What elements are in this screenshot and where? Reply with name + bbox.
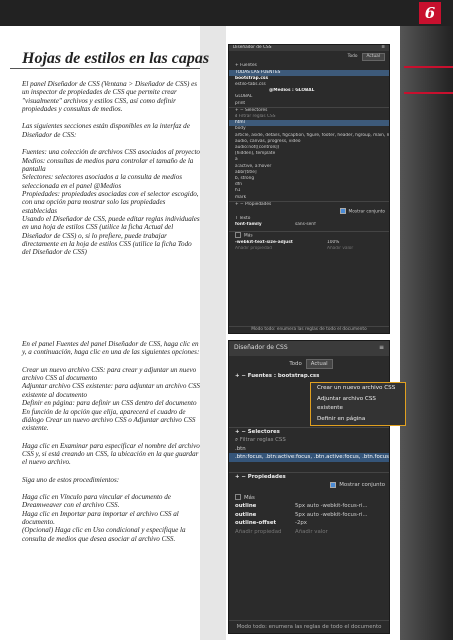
property-row[interactable]: outline 5px auto -webkit-focus-ri...	[229, 502, 389, 511]
paragraph: Las siguientes secciones están disponibl…	[22, 122, 190, 139]
tab-bar: Todo Actual	[229, 356, 389, 373]
more-section: Más	[229, 494, 389, 503]
properties-label: Propiedades	[244, 201, 272, 207]
show-set-label: Mostrar conjunto	[339, 482, 385, 488]
top-bar: 6	[0, 0, 453, 26]
more-label: Más	[244, 494, 255, 501]
add-value-input[interactable]: Añadir valor	[295, 528, 328, 537]
tab-all[interactable]: Todo	[344, 54, 362, 60]
paragraph: En función de la opción que elija, apare…	[22, 407, 196, 433]
show-set-toggle[interactable]: Mostrar conjunto	[229, 208, 389, 216]
paragraph: Medios: consultas de medios para control…	[22, 156, 194, 173]
text-column-bottom: En el panel Fuentes del panel Diseñador …	[22, 340, 200, 543]
paragraph: Usando el Diseñador de CSS, puede editar…	[22, 215, 200, 257]
paragraph: Selectores: selectores asociados a la co…	[22, 173, 183, 190]
page-number: 6	[419, 2, 441, 24]
menu-item-attach-css[interactable]: Adjuntar archivo CSS existente	[311, 394, 405, 414]
paragraph: Propiedades: propiedades asociadas con e…	[22, 189, 199, 215]
red-accent	[404, 66, 453, 68]
paragraph: En el panel Fuentes del panel Diseñador …	[22, 340, 200, 357]
css-designer-panel-all: Diseñador de CSS ≡ Todo Actual + Fuentes …	[228, 44, 390, 334]
tab-current[interactable]: Actual	[305, 358, 333, 369]
add-icon[interactable]: + −	[235, 474, 248, 480]
add-property-input[interactable]: Añadir propiedad	[235, 246, 327, 252]
show-set-toggle[interactable]: Mostrar conjunto	[229, 481, 389, 490]
add-icon[interactable]: + −	[235, 108, 245, 113]
property-name: font-family	[235, 221, 262, 227]
red-accent	[404, 92, 453, 94]
panel-footer: Modo todo: enumera las reglas de todo el…	[229, 619, 389, 634]
property-value[interactable]: 5px auto -webkit-focus-ri...	[295, 511, 368, 520]
add-icon[interactable]: + −	[235, 202, 245, 207]
add-property-row[interactable]: Añadir propiedad Añadir valor	[229, 246, 389, 252]
panel-title: Diseñador de CSS	[234, 344, 288, 351]
paragraph: El panel Diseñador de CSS (Ventana > Dis…	[22, 80, 198, 114]
property-value[interactable]: sans-serif	[295, 222, 316, 228]
sources-header[interactable]: + − Fuentes : bootstrap.css	[229, 372, 389, 381]
properties-header[interactable]: + − Propiedades	[229, 473, 389, 482]
paragraph: Siga uno de estos procedimientos:	[22, 475, 120, 484]
sources-label: Fuentes	[239, 63, 257, 69]
paragraph: Crear un nuevo archivo CSS: para crear y…	[22, 365, 197, 383]
tab-current[interactable]: Actual	[361, 53, 385, 62]
show-set-label: Mostrar conjunto	[348, 209, 385, 215]
menu-icon[interactable]: ≡	[379, 344, 384, 353]
panel-title: Diseñador de CSS	[233, 45, 272, 50]
property-row[interactable]: outline-offset -2px	[229, 519, 389, 528]
paragraph: Haga clic en Examinar para especificar e…	[22, 441, 200, 467]
paragraph: Adjuntar archivo CSS existente: para adj…	[22, 382, 200, 399]
menu-icon[interactable]: ≡	[381, 45, 385, 51]
property-value[interactable]: -2px	[295, 519, 307, 528]
tab-all[interactable]: Todo	[285, 360, 305, 369]
property-name: outline	[235, 511, 257, 518]
paragraph: Fuentes: una colección de archivos CSS a…	[22, 148, 200, 157]
checkbox-icon[interactable]	[339, 208, 346, 215]
menu-item-create-css[interactable]: Crear un nuevo archivo CSS	[311, 383, 405, 394]
add-icon[interactable]: + −	[235, 373, 248, 379]
list-item[interactable]: .btn:focus, .btn:active:focus, .btn.acti…	[229, 453, 389, 462]
property-name: outline-offset	[235, 520, 277, 526]
add-icon[interactable]: + −	[235, 429, 248, 435]
more-icon	[235, 232, 241, 239]
text-column-top: El panel Diseñador de CSS (Ventana > Dis…	[22, 80, 200, 257]
add-property-row[interactable]: Añadir propiedad Añadir valor	[229, 528, 389, 537]
panel-footer: Modo todo: enumera las reglas de todo el…	[229, 325, 389, 333]
paragraph: (Opcional) Haga clic en Uso condicional …	[22, 526, 186, 543]
property-name: outline	[235, 503, 257, 509]
panel-header: Diseñador de CSS ≡	[229, 341, 389, 356]
side-dark-panel	[400, 26, 453, 640]
selectors-header[interactable]: + − Selectores	[229, 428, 389, 437]
paragraph: Haga clic en Importar para importar el a…	[22, 509, 179, 527]
property-row[interactable]: font-family sans-serif	[229, 222, 389, 228]
property-row[interactable]: outline 5px auto -webkit-focus-ri...	[229, 511, 389, 520]
list-item[interactable]: article, aside, details, figcaption, fig…	[229, 133, 389, 139]
title-underline	[10, 68, 200, 69]
property-value[interactable]: 5px auto -webkit-focus-ri...	[295, 502, 368, 511]
selectors-label: Selectores	[247, 428, 280, 435]
paragraph: Haga clic en Vínculo para vincular el do…	[22, 493, 171, 510]
tab-bar: Todo Actual	[229, 51, 389, 63]
gutter	[200, 26, 226, 640]
filter-placeholder: Filtrar reglas CSS	[239, 437, 286, 443]
more-label: Más	[244, 233, 253, 239]
add-value-input[interactable]: Añadir valor	[327, 246, 353, 252]
properties-label: Propiedades	[247, 473, 286, 480]
page-title: Hojas de estilos en las capas	[22, 50, 210, 67]
list-item[interactable]: .btn	[229, 445, 389, 454]
filter-placeholder: Filtrar reglas CSS	[238, 114, 276, 120]
paragraph: Definir en página: para definir un CSS d…	[22, 399, 197, 408]
more-icon	[235, 494, 241, 500]
selectors-label: Selectores	[244, 107, 268, 113]
sources-label: Fuentes : bootstrap.css	[247, 373, 320, 379]
text-section-label: Texto	[239, 215, 251, 221]
menu-item-define-in-page[interactable]: Definir en página	[311, 414, 405, 425]
add-property-input[interactable]: Añadir propiedad	[235, 528, 295, 537]
add-source-menu: Crear un nuevo archivo CSS Adjuntar arch…	[310, 382, 406, 426]
checkbox-icon[interactable]	[330, 481, 337, 488]
more-section: Más	[229, 232, 389, 240]
filter-input[interactable]: ⌕ Filtrar reglas CSS	[229, 436, 389, 445]
